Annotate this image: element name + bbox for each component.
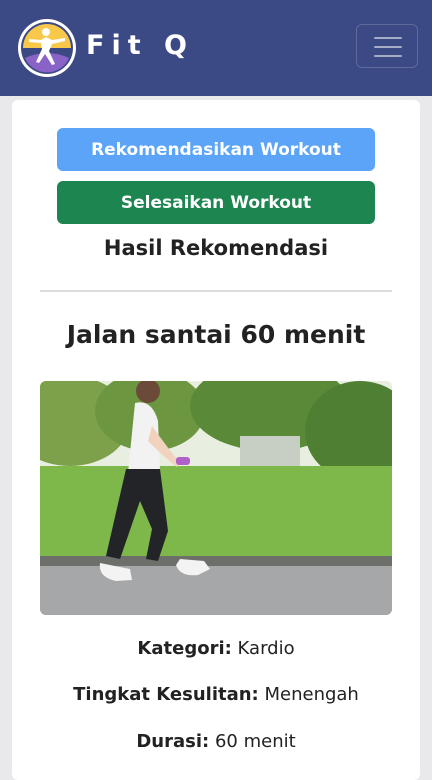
category-label: Kategori: <box>137 638 232 659</box>
duration-info: Durasi: 60 menit <box>0 731 432 752</box>
difficulty-info: Tingkat Kesulitan: Menengah <box>0 684 432 705</box>
hamburger-menu-icon <box>374 46 402 48</box>
result-heading: Hasil Rekomendasi <box>103 236 329 260</box>
hamburger-menu-icon <box>374 55 402 57</box>
divider <box>40 290 392 292</box>
duration-value: 60 menit <box>214 731 296 752</box>
category-info: Kategori: Kardio <box>0 638 432 659</box>
hamburger-menu-icon <box>374 37 402 39</box>
fitness-person-logo-icon[interactable] <box>17 18 77 78</box>
finish-workout-button[interactable]: Selesaikan Workout <box>57 181 375 224</box>
difficulty-label: Tingkat Kesulitan: <box>73 684 259 705</box>
workout-title: Jalan santai 60 menit <box>66 320 366 349</box>
duration-label: Durasi: <box>136 731 210 752</box>
brand-title[interactable]: Fit Q <box>86 30 194 61</box>
difficulty-value: Menengah <box>264 684 359 705</box>
category-value: Kardio <box>237 638 295 659</box>
workout-photo <box>40 381 392 615</box>
recommend-workout-button[interactable]: Rekomendasikan Workout <box>57 128 375 171</box>
menu-toggle-button[interactable] <box>356 24 418 68</box>
navbar: Fit Q <box>0 0 432 96</box>
